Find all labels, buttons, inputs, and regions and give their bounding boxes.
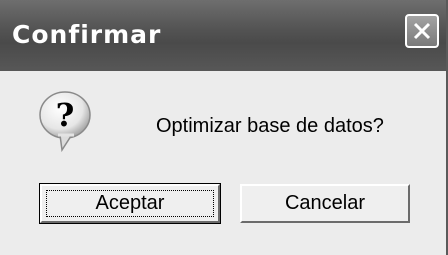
dialog-title: Confirmar [12,20,162,49]
cancel-button[interactable]: Cancelar [240,184,410,223]
dialog-body: ? Optimizar base de datos? Aceptar Cance… [0,71,446,255]
dialog-message: Optimizar base de datos? [156,115,384,137]
close-icon [413,22,431,40]
accept-button[interactable]: Aceptar [39,183,221,224]
accept-button-label: Aceptar [95,192,165,214]
question-icon: ? [39,91,91,152]
confirm-dialog: Confirmar ? Optimizar base de datos? Ace… [0,0,448,255]
close-button[interactable] [405,14,439,48]
cancel-button-label: Cancelar [284,192,366,214]
svg-text:?: ? [56,96,75,134]
title-bar[interactable]: Confirmar [0,0,446,71]
